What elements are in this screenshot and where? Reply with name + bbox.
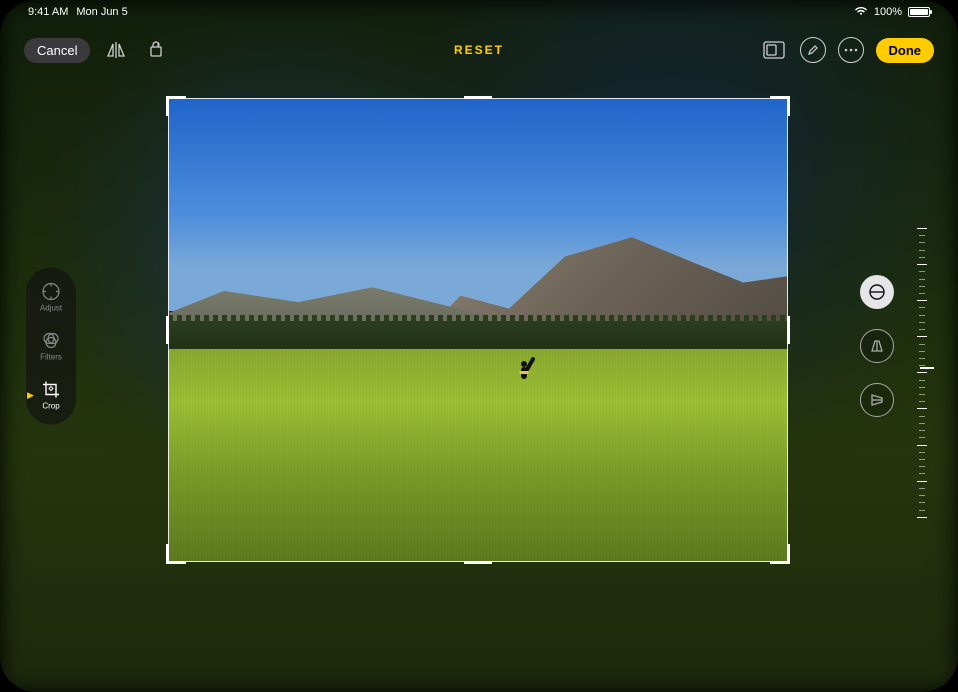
dial-tick	[917, 372, 927, 373]
dial-tick	[919, 307, 925, 308]
dial-tick	[919, 365, 925, 366]
adjust-tool[interactable]: Adjust	[40, 282, 62, 313]
dial-tick	[917, 264, 927, 265]
dial-tick	[919, 401, 925, 402]
dial-tick	[917, 445, 927, 446]
dial-tick	[919, 235, 925, 236]
more-icon[interactable]	[838, 37, 864, 63]
dial-tick	[919, 502, 925, 503]
crop-label: Crop	[42, 402, 59, 411]
dial-tick	[917, 408, 927, 409]
aspect-ratio-icon[interactable]	[760, 36, 788, 64]
dial-tick	[919, 394, 925, 395]
adjust-label: Adjust	[40, 304, 62, 313]
battery-icon	[908, 7, 930, 17]
straighten-controls	[860, 275, 894, 417]
horizontal-perspective-icon[interactable]	[860, 383, 894, 417]
reset-button[interactable]: RESET	[454, 43, 504, 57]
dial-tick	[919, 423, 925, 424]
dial-tick	[919, 488, 925, 489]
dial-tick	[917, 228, 927, 229]
dial-tick	[919, 315, 925, 316]
dial-tick	[917, 300, 927, 301]
dial-tick	[919, 510, 925, 511]
dial-tick	[917, 481, 927, 482]
dial-tick	[919, 437, 925, 438]
done-button[interactable]: Done	[876, 38, 935, 63]
dial-tick	[919, 495, 925, 496]
dial-tick	[919, 416, 925, 417]
status-left: 9:41 AM Mon Jun 5	[28, 6, 128, 18]
crop-canvas[interactable]	[168, 98, 788, 562]
dial-tick	[919, 351, 925, 352]
dial-tick	[919, 242, 925, 243]
active-indicator-icon: ▶	[27, 390, 34, 401]
dial-tick	[919, 380, 925, 381]
dial-tick	[919, 286, 925, 287]
status-bar: 9:41 AM Mon Jun 5 100%	[0, 0, 958, 24]
straighten-icon[interactable]	[860, 275, 894, 309]
dial-tick	[919, 344, 925, 345]
dial-tick	[919, 279, 925, 280]
dial-tick	[919, 293, 925, 294]
battery-percent: 100%	[874, 6, 902, 18]
dial-tick	[919, 271, 925, 272]
crop-tool[interactable]: ▶ Crop	[41, 380, 61, 411]
dial-tick	[917, 336, 927, 337]
status-time: 9:41 AM	[28, 6, 68, 18]
cancel-button[interactable]: Cancel	[24, 38, 90, 63]
dial-tick	[919, 452, 925, 453]
flip-horizontal-icon[interactable]	[102, 36, 130, 64]
dial-tick	[919, 322, 925, 323]
crop-handle-tl[interactable]	[166, 96, 186, 116]
photos-edit-screen: 9:41 AM Mon Jun 5 100% Cancel RESET	[0, 0, 958, 692]
markup-icon[interactable]	[800, 37, 826, 63]
wifi-icon	[854, 6, 868, 19]
crop-handle-br[interactable]	[770, 544, 790, 564]
dial-pointer-icon	[920, 367, 934, 369]
crop-handle-tr[interactable]	[770, 96, 790, 116]
edit-mode-selector: Adjust Filters ▶ Crop	[26, 268, 76, 425]
dial-tick	[917, 517, 927, 518]
status-date: Mon Jun 5	[76, 6, 127, 18]
dial-tick	[919, 459, 925, 460]
dial-tick	[919, 466, 925, 467]
rotation-dial[interactable]	[912, 228, 932, 518]
filters-label: Filters	[40, 353, 62, 362]
dial-tick	[919, 387, 925, 388]
dial-tick	[919, 329, 925, 330]
dial-tick	[919, 257, 925, 258]
dial-tick	[919, 358, 925, 359]
crop-handle-bl[interactable]	[166, 544, 186, 564]
rotate-icon[interactable]	[142, 36, 170, 64]
crop-handle-bottom[interactable]	[464, 561, 492, 564]
crop-handle-right[interactable]	[787, 316, 790, 344]
dial-tick	[919, 473, 925, 474]
status-right: 100%	[854, 6, 930, 19]
photo-preview	[168, 98, 788, 562]
vertical-perspective-icon[interactable]	[860, 329, 894, 363]
crop-handle-left[interactable]	[166, 316, 169, 344]
editor-toolbar: Cancel RESET Done	[0, 28, 958, 72]
dial-tick	[919, 250, 925, 251]
crop-handle-top[interactable]	[464, 96, 492, 99]
filters-tool[interactable]: Filters	[40, 331, 62, 362]
dial-tick	[919, 430, 925, 431]
